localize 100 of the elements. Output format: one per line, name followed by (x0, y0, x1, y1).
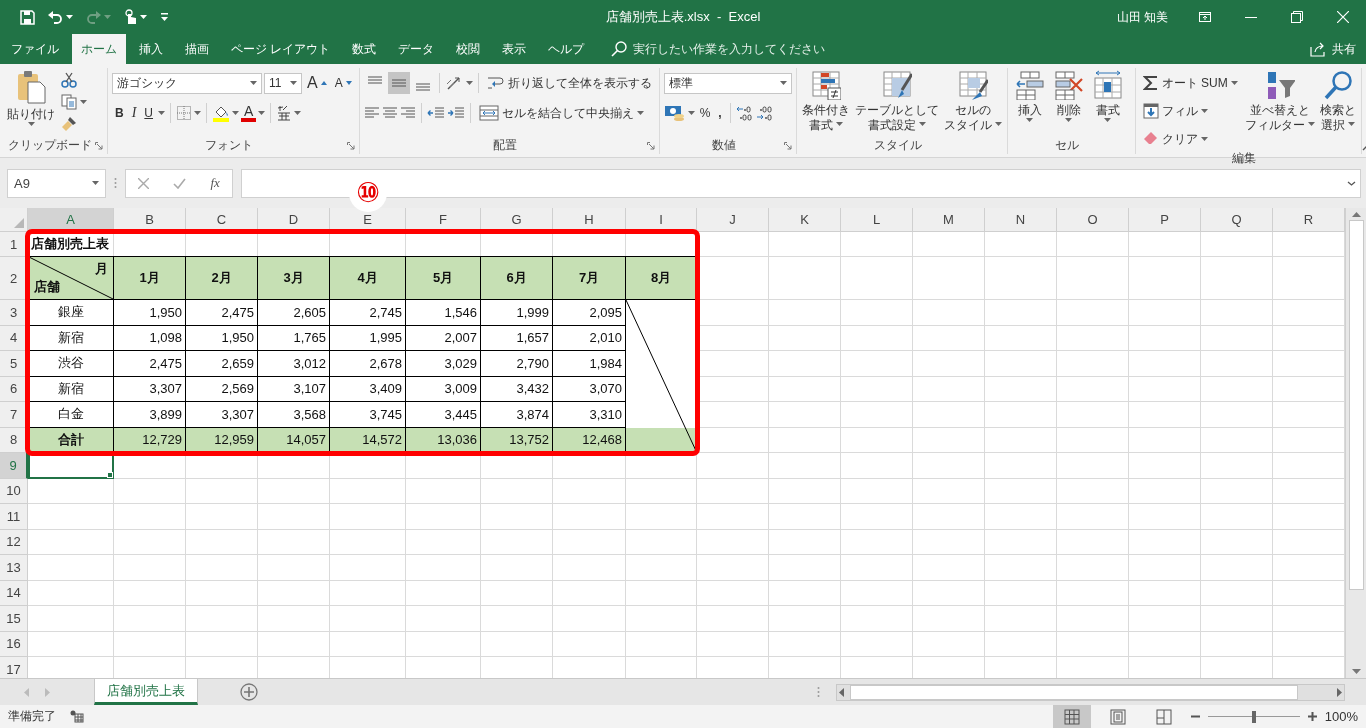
caret-icon[interactable] (636, 111, 644, 115)
undo-icon[interactable] (48, 10, 63, 24)
dialog-launcher-icon[interactable] (783, 142, 792, 150)
ribbon-tab[interactable]: 表示 (493, 34, 536, 64)
column-header[interactable]: O (1057, 208, 1129, 232)
edit-button[interactable]: クリア (1139, 128, 1241, 150)
column-header[interactable]: G (481, 208, 553, 232)
column-header[interactable]: B (114, 208, 186, 232)
copy-icon[interactable] (61, 94, 77, 110)
expand-icon[interactable] (1347, 180, 1356, 186)
caret-icon[interactable] (194, 111, 201, 115)
column-header[interactable]: D (258, 208, 330, 232)
number-format-field[interactable]: 標準 (663, 72, 792, 94)
caret-icon[interactable] (687, 111, 695, 115)
brush-icon[interactable] (61, 116, 77, 132)
row-header[interactable]: 5 (0, 351, 28, 377)
caret-icon[interactable] (258, 111, 266, 115)
indent-icon[interactable] (446, 105, 465, 121)
italic-button[interactable]: I (128, 102, 140, 124)
edit-button[interactable]: 検索と 選択 (1318, 68, 1357, 135)
caret-icon[interactable] (779, 81, 787, 85)
cells-button[interactable]: 書式 (1089, 68, 1126, 127)
caret-icon[interactable] (290, 81, 297, 85)
font-name-field[interactable]: 游ゴシック (112, 72, 262, 94)
underline-button[interactable]: U (141, 102, 156, 124)
ribbon-display-icon[interactable] (1199, 11, 1211, 23)
view-button[interactable] (1052, 705, 1091, 728)
shrink-font-button[interactable]: A (331, 72, 355, 94)
share-button[interactable]: 共有 (1310, 34, 1366, 64)
row-header[interactable]: 11 (0, 504, 28, 530)
column-header[interactable]: H (553, 208, 626, 232)
ribbon-tab[interactable]: ヘルプ (539, 34, 594, 64)
ribbon-tab[interactable]: ファイル (2, 34, 68, 64)
caret-icon[interactable] (250, 81, 257, 85)
restore-icon[interactable] (1291, 11, 1303, 23)
caret-icon[interactable] (1065, 118, 1073, 122)
row-header[interactable]: 12 (0, 529, 28, 555)
row-header[interactable]: 2 (0, 257, 28, 300)
caret-icon[interactable] (66, 15, 73, 19)
caret-icon[interactable] (80, 100, 87, 104)
caret-icon[interactable] (1200, 109, 1208, 113)
right-arrow-icon[interactable] (1334, 687, 1344, 697)
caret-icon[interactable] (994, 122, 1002, 126)
row-header[interactable]: 14 (0, 580, 28, 606)
caret-icon[interactable] (158, 111, 165, 115)
column-header[interactable]: C (186, 208, 258, 232)
ribbon-tab[interactable]: 校閲 (447, 34, 490, 64)
paste-button[interactable]: 貼り付け (4, 68, 58, 131)
row-header[interactable]: 13 (0, 555, 28, 581)
row-header[interactable]: 3 (0, 300, 28, 326)
vertical-scrollbar[interactable] (1345, 208, 1366, 678)
wrap-text-button[interactable]: 折り返して全体を表示する (483, 72, 655, 94)
left-arrow-icon[interactable] (837, 687, 847, 697)
add-sheet-icon[interactable] (240, 683, 258, 701)
sheet-tab[interactable]: 店舗別売上表 (94, 679, 198, 705)
row-header[interactable]: 17 (0, 657, 28, 678)
column-header[interactable]: Q (1201, 208, 1273, 232)
edit-button[interactable]: 並べ替えと フィルター (1243, 68, 1316, 135)
caret-icon[interactable] (92, 181, 99, 185)
column-header[interactable]: J (697, 208, 769, 232)
font-size-field[interactable]: 11 (264, 72, 302, 94)
caret-icon[interactable] (232, 111, 239, 115)
macro-record-icon[interactable] (70, 710, 84, 723)
down-arrow-icon[interactable] (1351, 669, 1361, 674)
caret-icon[interactable] (140, 15, 147, 19)
caret-icon[interactable] (294, 111, 302, 115)
caret-icon[interactable] (835, 122, 843, 126)
merge-center-button[interactable]: セルを結合して中央揃え (475, 102, 647, 124)
horizontal-scrollbar[interactable] (836, 683, 1345, 701)
row-header[interactable]: 7 (0, 402, 28, 428)
comma-button[interactable]: , (715, 102, 725, 124)
row-header[interactable]: 16 (0, 631, 28, 657)
caret-icon[interactable] (465, 81, 473, 85)
slanted-arrow-icon[interactable] (444, 75, 463, 91)
percent-button[interactable]: % (696, 102, 714, 124)
caret-icon[interactable] (1026, 118, 1034, 122)
ribbon-tab[interactable]: データ (389, 34, 444, 64)
row-header[interactable]: 15 (0, 606, 28, 632)
caret-icon[interactable] (1200, 137, 1208, 141)
cells-button[interactable]: 挿入 (1011, 68, 1048, 127)
column-header[interactable]: R (1273, 208, 1345, 232)
caret-icon[interactable] (1347, 122, 1355, 126)
caret-icon[interactable] (918, 122, 926, 126)
column-header[interactable]: N (985, 208, 1057, 232)
decimal-increase-icon[interactable] (735, 105, 754, 121)
font-color-button[interactable]: A (241, 104, 257, 122)
ribbon-tab[interactable]: 描画 (176, 34, 218, 64)
dialog-launcher-icon[interactable] (95, 142, 103, 150)
style-button[interactable]: セルの スタイル (942, 68, 1003, 135)
dialog-launcher-icon[interactable] (346, 142, 355, 150)
slider-thumb[interactable] (1251, 710, 1256, 723)
column-header[interactable]: M (913, 208, 985, 232)
scissors-icon[interactable] (61, 72, 77, 88)
style-button[interactable]: テーブルとして 書式設定 (853, 68, 940, 135)
column-header[interactable]: A (28, 208, 114, 232)
ribbon-tab[interactable]: 数式 (343, 34, 386, 64)
column-header[interactable]: L (841, 208, 913, 232)
column-header[interactable]: P (1129, 208, 1201, 232)
edit-button[interactable]: フィル (1139, 100, 1241, 122)
money-icon[interactable] (663, 104, 686, 122)
